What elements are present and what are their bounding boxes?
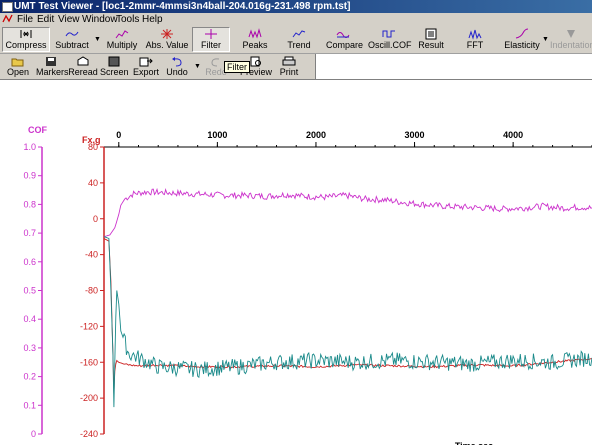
cof-tick-label: 0.2 [23,372,36,382]
peaks-button[interactable]: Peaks [238,28,272,52]
reread-icon [77,56,89,66]
subtract-icon [65,31,79,37]
cof-tick-label: 0.9 [23,171,36,181]
cof-tick-label: 0.1 [23,400,36,410]
title-bar: UMT Test Viewer - [loc1-2mmr-4mmsi3n4bal… [0,0,592,13]
undo-button[interactable]: Undo [164,56,190,78]
x-tick-label: 3000 [405,130,425,140]
x-tick-label: 1000 [207,130,227,140]
menu-help[interactable]: Help [142,13,163,26]
markers-button[interactable]: Markers [36,56,69,78]
x-tick-label: 2000 [306,130,326,140]
subtract-button[interactable]: Subtract [52,28,92,52]
elasticity-dropdown-arrow[interactable]: ▼ [542,36,549,43]
open-folder-icon [11,58,24,67]
cof-tick-label: 0 [31,429,36,439]
fx-tick-label: -160 [80,357,98,367]
export-icon [139,57,153,67]
indentation-button[interactable]: Indentation [550,28,592,52]
series-line-0 [103,187,592,238]
menu-window[interactable]: Window [82,13,118,26]
oscill-cof-icon [382,30,395,38]
menu-tools[interactable]: Tools [116,13,139,26]
filter-tooltip: Filter [224,61,250,73]
cof-tick-label: 0.4 [23,314,36,324]
fft-button[interactable]: FFT [462,28,488,52]
fx-tick-label: 40 [88,178,98,188]
peaks-icon [248,28,262,39]
abs-value-button[interactable]: Abs. Value [144,28,190,52]
elasticity-button[interactable]: Elasticity [502,28,542,52]
x-axis-label: Time,sec [455,441,493,445]
preview-icon [250,56,261,67]
menu-bar: File Edit View Window Tools Help [0,13,592,26]
subtract-dropdown-arrow[interactable]: ▼ [94,36,101,43]
menu-file[interactable]: File [17,13,33,26]
x-tick-label: 4000 [503,130,523,140]
cof-tick-label: 0.5 [23,286,36,296]
app-icon [2,2,13,12]
redo-icon [211,58,220,67]
compare-icon [336,32,350,38]
fx-tick-label: -200 [80,393,98,403]
chart: 01000200030004000Time,secCOF1.00.90.80.7… [23,125,592,445]
fx-tick-label: -120 [80,321,98,331]
cof-axis-title: COF [28,125,48,135]
plot-area: 01000200030004000Time,secCOF1.00.90.80.7… [0,79,592,445]
filter-button[interactable]: Filter [192,27,230,52]
undo-icon [172,57,182,67]
elasticity-icon [515,28,529,39]
cof-tick-label: 1.0 [23,142,36,152]
abs-value-icon [161,29,173,39]
file-toolbar: Open Markers Reread Screen Export Undo ▼… [0,54,316,80]
fx-tick-label: -40 [85,250,98,260]
result-button[interactable]: Result [416,28,446,52]
compress-icon [20,30,32,38]
compare-button[interactable]: Compare [326,28,363,52]
oscill-cof-button[interactable]: Oscill.COF [368,28,412,52]
menu-view[interactable]: View [58,13,80,26]
cof-tick-label: 0.7 [23,228,36,238]
print-button[interactable]: Print [276,56,302,78]
fx-tick-label: 0 [93,214,98,224]
export-button[interactable]: Export [132,56,160,78]
multiply-icon [115,30,129,39]
fx-tick-label: -80 [85,286,98,296]
compress-button[interactable]: Compress [2,27,50,52]
fx-tick-label: 80 [88,142,98,152]
window-title: UMT Test Viewer - [loc1-2mmr-4mmsi3n4bal… [14,1,351,12]
screen-button[interactable]: Screen [100,56,129,78]
screen-icon [108,56,120,67]
series-line-2 [103,236,592,408]
cof-tick-label: 0.3 [23,343,36,353]
x-tick-label: 0 [116,130,121,140]
indentation-icon [567,30,575,38]
fft-icon [468,29,482,40]
menu-edit[interactable]: Edit [37,13,54,26]
open-button[interactable]: Open [4,56,32,78]
filter-icon [205,29,217,39]
cof-tick-label: 0.6 [23,257,36,267]
cof-tick-label: 0.8 [23,199,36,209]
multiply-button[interactable]: Multiply [104,28,140,52]
result-icon [425,28,437,40]
undo-dropdown-arrow[interactable]: ▼ [194,63,201,70]
fx-tick-label: -240 [80,429,98,439]
trend-icon [292,30,306,38]
reread-button[interactable]: Reread [68,56,98,78]
markers-icon [46,57,56,66]
analysis-toolbar: Compress Subtract ▼ Multiply Abs. Value … [0,26,592,54]
print-icon [282,56,296,66]
trend-button[interactable]: Trend [282,28,316,52]
